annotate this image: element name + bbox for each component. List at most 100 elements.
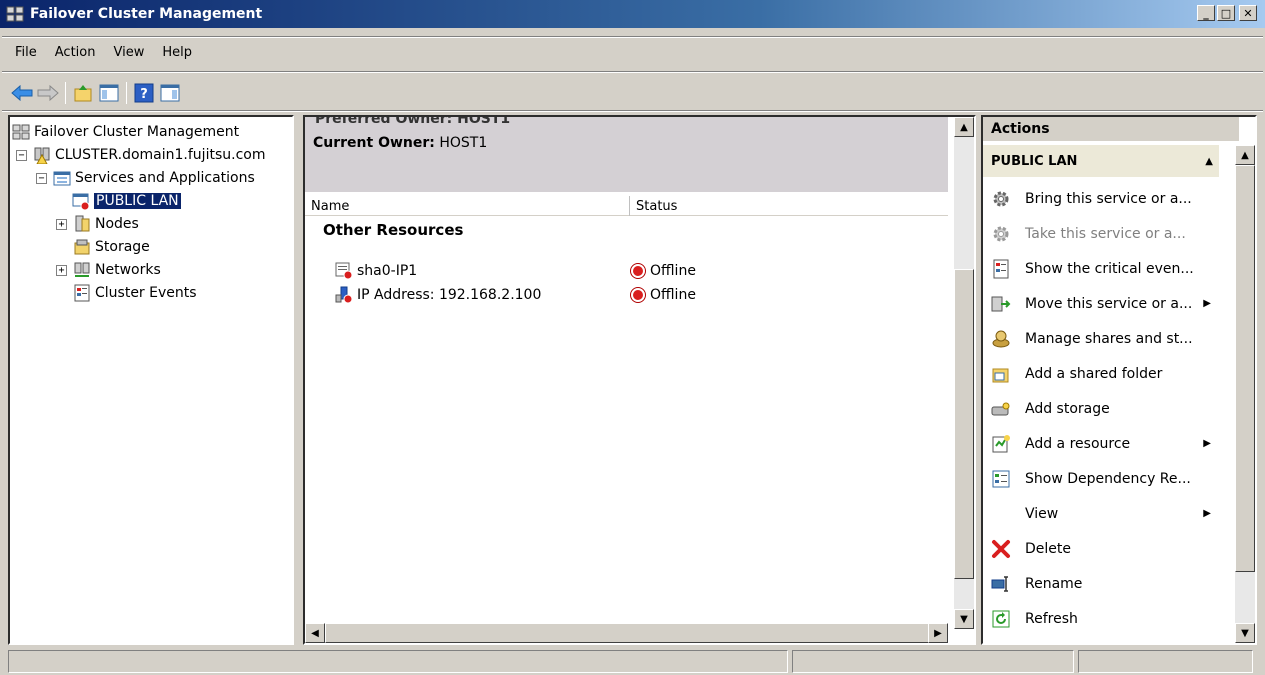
status-text: Offline — [650, 287, 696, 303]
back-button[interactable] — [10, 81, 34, 105]
list-item[interactable]: sha0-IP1 — [335, 260, 417, 282]
status-bar — [0, 650, 1265, 675]
delete-icon — [992, 539, 1010, 558]
horizontal-scrollbar[interactable]: ◀ ▶ — [305, 623, 948, 643]
scroll-thumb[interactable] — [1235, 165, 1255, 572]
blank-icon — [991, 504, 1011, 524]
expand-icon[interactable]: + — [56, 264, 67, 276]
scroll-down-button[interactable]: ▼ — [1235, 623, 1255, 643]
show-hide-action-pane-button[interactable] — [158, 81, 182, 105]
vertical-scrollbar[interactable]: ▲ ▼ — [954, 117, 974, 629]
owner-label: Current Owner: — [313, 135, 435, 151]
tree-item-nodes[interactable]: + Nodes — [56, 213, 139, 235]
action-refresh[interactable]: Refresh — [983, 601, 1219, 636]
scroll-down-button[interactable]: ▼ — [954, 609, 974, 629]
column-header-name[interactable]: Name — [305, 196, 630, 216]
action-label: Move this service or a... — [1025, 295, 1193, 312]
minimize-icon: _ — [1203, 6, 1209, 20]
menu-help[interactable]: Help — [153, 45, 201, 60]
action-show-critical-events[interactable]: Show the critical even... — [983, 251, 1219, 286]
status-cell: Offline — [630, 284, 696, 306]
right-arrow-icon: ▶ — [934, 627, 942, 639]
tree-item-root[interactable]: Failover Cluster Management — [12, 121, 239, 143]
rename-icon — [991, 575, 1008, 592]
menu-file[interactable]: File — [6, 45, 46, 60]
scroll-up-button[interactable]: ▲ — [954, 117, 974, 137]
scroll-left-button[interactable]: ◀ — [305, 623, 325, 643]
preferred-owner-text: Preferred Owner: HOST1 — [315, 115, 511, 127]
menu-action[interactable]: Action — [46, 45, 105, 60]
tree-item-public-lan[interactable]: PUBLIC LAN — [72, 190, 181, 212]
collapse-section-icon[interactable]: ▲ — [1205, 156, 1213, 167]
tree-label: Networks — [95, 262, 161, 278]
svg-text:?: ? — [140, 87, 148, 102]
menu-view[interactable]: View — [104, 45, 153, 60]
console-tree: Failover Cluster Management − CLUSTER.do… — [8, 115, 294, 645]
scroll-right-button[interactable]: ▶ — [928, 623, 948, 643]
tree-item-events[interactable]: Cluster Events — [73, 282, 197, 304]
collapse-icon[interactable]: − — [36, 172, 47, 184]
action-add-resource[interactable]: Add a resource ▶ — [983, 426, 1219, 461]
list-item[interactable]: IP Address: 192.168.2.100 — [335, 284, 541, 306]
tree-item-cluster[interactable]: − CLUSTER.domain1.fujitsu.com — [16, 144, 265, 166]
submenu-arrow-icon: ▶ — [1203, 438, 1211, 449]
collapse-icon[interactable]: − — [16, 149, 27, 161]
up-level-button[interactable] — [71, 81, 95, 105]
action-add-storage[interactable]: Add storage — [983, 391, 1219, 426]
close-button[interactable]: ✕ — [1239, 5, 1257, 21]
action-label: Refresh — [1025, 610, 1078, 627]
action-label: Show the critical even... — [1025, 260, 1194, 277]
event-log-icon — [993, 259, 1009, 278]
help-button[interactable]: ? — [132, 81, 156, 105]
action-label: View — [1025, 505, 1059, 522]
toolbar: ? — [0, 78, 1265, 108]
forward-button[interactable] — [36, 81, 60, 105]
action-delete[interactable]: Delete — [983, 531, 1219, 566]
scroll-thumb[interactable] — [325, 623, 930, 643]
action-label: Add storage — [1025, 400, 1110, 417]
submenu-arrow-icon: ▶ — [1203, 298, 1211, 309]
toolbar-separator — [126, 82, 127, 104]
tree-item-networks[interactable]: + Networks — [56, 259, 161, 281]
action-view[interactable]: View ▶ — [983, 496, 1219, 531]
actions-section-header[interactable]: PUBLIC LAN ▲ — [983, 145, 1219, 177]
forward-arrow-icon — [37, 85, 59, 101]
maximize-button[interactable]: □ — [1217, 5, 1235, 21]
column-headers: Name Status — [305, 196, 948, 216]
cluster-icon — [34, 147, 50, 164]
action-rename[interactable]: Rename — [983, 566, 1219, 601]
action-bring-online[interactable]: Bring this service or a... — [983, 181, 1219, 216]
scroll-up-button[interactable]: ▲ — [1235, 145, 1255, 165]
cluster-app-icon — [6, 6, 24, 22]
report-icon — [992, 470, 1010, 487]
tree-item-storage[interactable]: Storage — [73, 236, 150, 258]
show-hide-tree-button[interactable] — [97, 81, 121, 105]
action-move-service[interactable]: Move this service or a... ▶ — [983, 286, 1219, 321]
tree-item-services[interactable]: − Services and Applications — [36, 167, 255, 189]
action-label: Add a shared folder — [1025, 365, 1163, 382]
scroll-thumb[interactable] — [954, 269, 974, 579]
column-header-status[interactable]: Status — [630, 196, 948, 216]
action-add-shared-folder[interactable]: Add a shared folder — [983, 356, 1219, 391]
toolbar-separator — [65, 82, 66, 104]
action-label: Delete — [1025, 540, 1071, 557]
expand-icon[interactable]: + — [56, 218, 67, 230]
resource-name: IP Address: 192.168.2.100 — [357, 287, 542, 303]
storage-icon — [74, 239, 90, 255]
minimize-button[interactable]: _ — [1197, 5, 1215, 21]
action-label: Add a resource — [1025, 435, 1131, 452]
owner-value: HOST1 — [434, 135, 488, 151]
menu-bar: File Action View Help — [0, 40, 1265, 64]
gear-icon — [993, 191, 1009, 206]
action-label: Bring this service or a... — [1025, 190, 1192, 207]
action-take-offline[interactable]: Take this service or a... — [983, 216, 1219, 251]
divider — [2, 36, 1263, 38]
actions-scrollbar[interactable]: ▲ ▼ — [1235, 145, 1255, 643]
action-show-dependency-report[interactable]: Show Dependency Re... — [983, 461, 1219, 496]
action-manage-shares[interactable]: Manage shares and st... — [983, 321, 1219, 356]
action-label: Manage shares and st... — [1025, 330, 1193, 347]
share-icon — [992, 330, 1010, 347]
status-text: Offline — [650, 263, 696, 279]
console-tree-icon — [99, 84, 119, 102]
up-arrow-icon: ▲ — [960, 121, 968, 133]
